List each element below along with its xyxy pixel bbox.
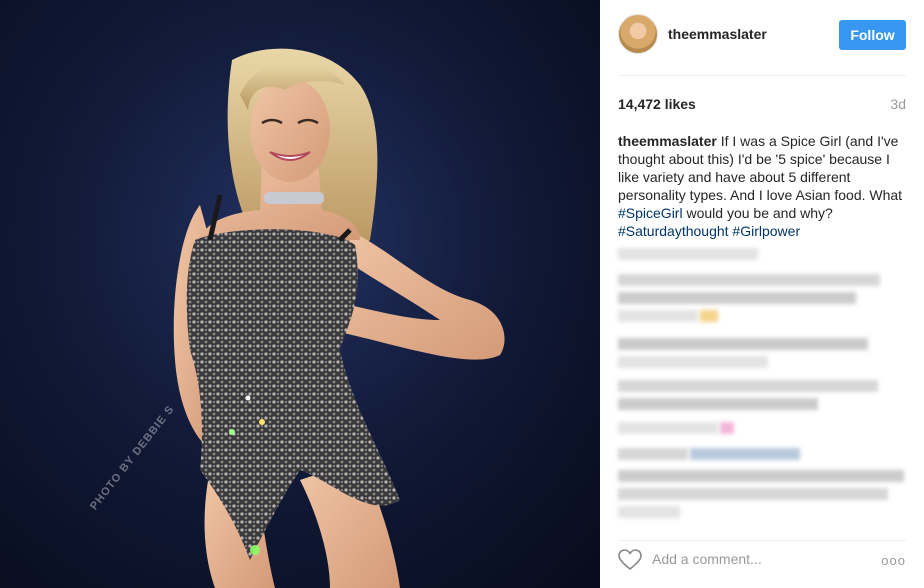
header-username[interactable]: theemmaslater: [668, 26, 767, 42]
hashtag-girlpower[interactable]: #Girlpower: [732, 223, 800, 239]
post-photo[interactable]: PHOTO BY DEBBIE S: [0, 0, 600, 588]
blurred-comment-line: [618, 356, 768, 368]
caption-text-2: would you be and why?: [682, 205, 833, 221]
hashtag-spicegirl[interactable]: #SpiceGirl: [618, 205, 683, 221]
caption-username[interactable]: theemmaslater: [618, 133, 717, 149]
performer-illustration: [0, 0, 600, 588]
post-age[interactable]: 3d: [890, 96, 906, 112]
heart-icon[interactable]: [618, 549, 642, 571]
likes-count[interactable]: 14,472 likes: [618, 96, 696, 112]
post-header: theemmaslater Follow: [600, 0, 924, 76]
post-caption: theemmaslater If I was a Spice Girl (and…: [618, 132, 910, 240]
blurred-comment-line: [618, 338, 868, 350]
footer-divider: [618, 540, 906, 541]
more-options-icon[interactable]: ooo: [881, 553, 906, 568]
blurred-comment-line: [618, 248, 758, 260]
follow-button[interactable]: Follow: [839, 20, 906, 50]
blurred-comment-line: [618, 506, 680, 518]
blurred-emoji: [720, 422, 734, 434]
blurred-link: [690, 448, 800, 460]
blurred-emoji: [700, 310, 718, 322]
blurred-comment-line: [618, 292, 856, 304]
blurred-comment-line: [618, 470, 904, 482]
blurred-comment-line: [618, 448, 688, 460]
blurred-comment-line: [618, 488, 888, 500]
hashtag-saturdaythought[interactable]: #Saturdaythought: [618, 223, 729, 239]
comment-input[interactable]: [652, 548, 852, 570]
header-divider: [618, 75, 906, 76]
blurred-comment-line: [618, 380, 878, 392]
blurred-comment-line: [618, 422, 718, 434]
blurred-comments: [618, 244, 908, 534]
blurred-comment-line: [618, 398, 818, 410]
profile-avatar-icon[interactable]: [618, 14, 658, 54]
blurred-comment-line: [618, 310, 698, 322]
post-side-panel: theemmaslater Follow 14,472 likes 3d the…: [600, 0, 924, 588]
blurred-comment-line: [618, 274, 880, 286]
